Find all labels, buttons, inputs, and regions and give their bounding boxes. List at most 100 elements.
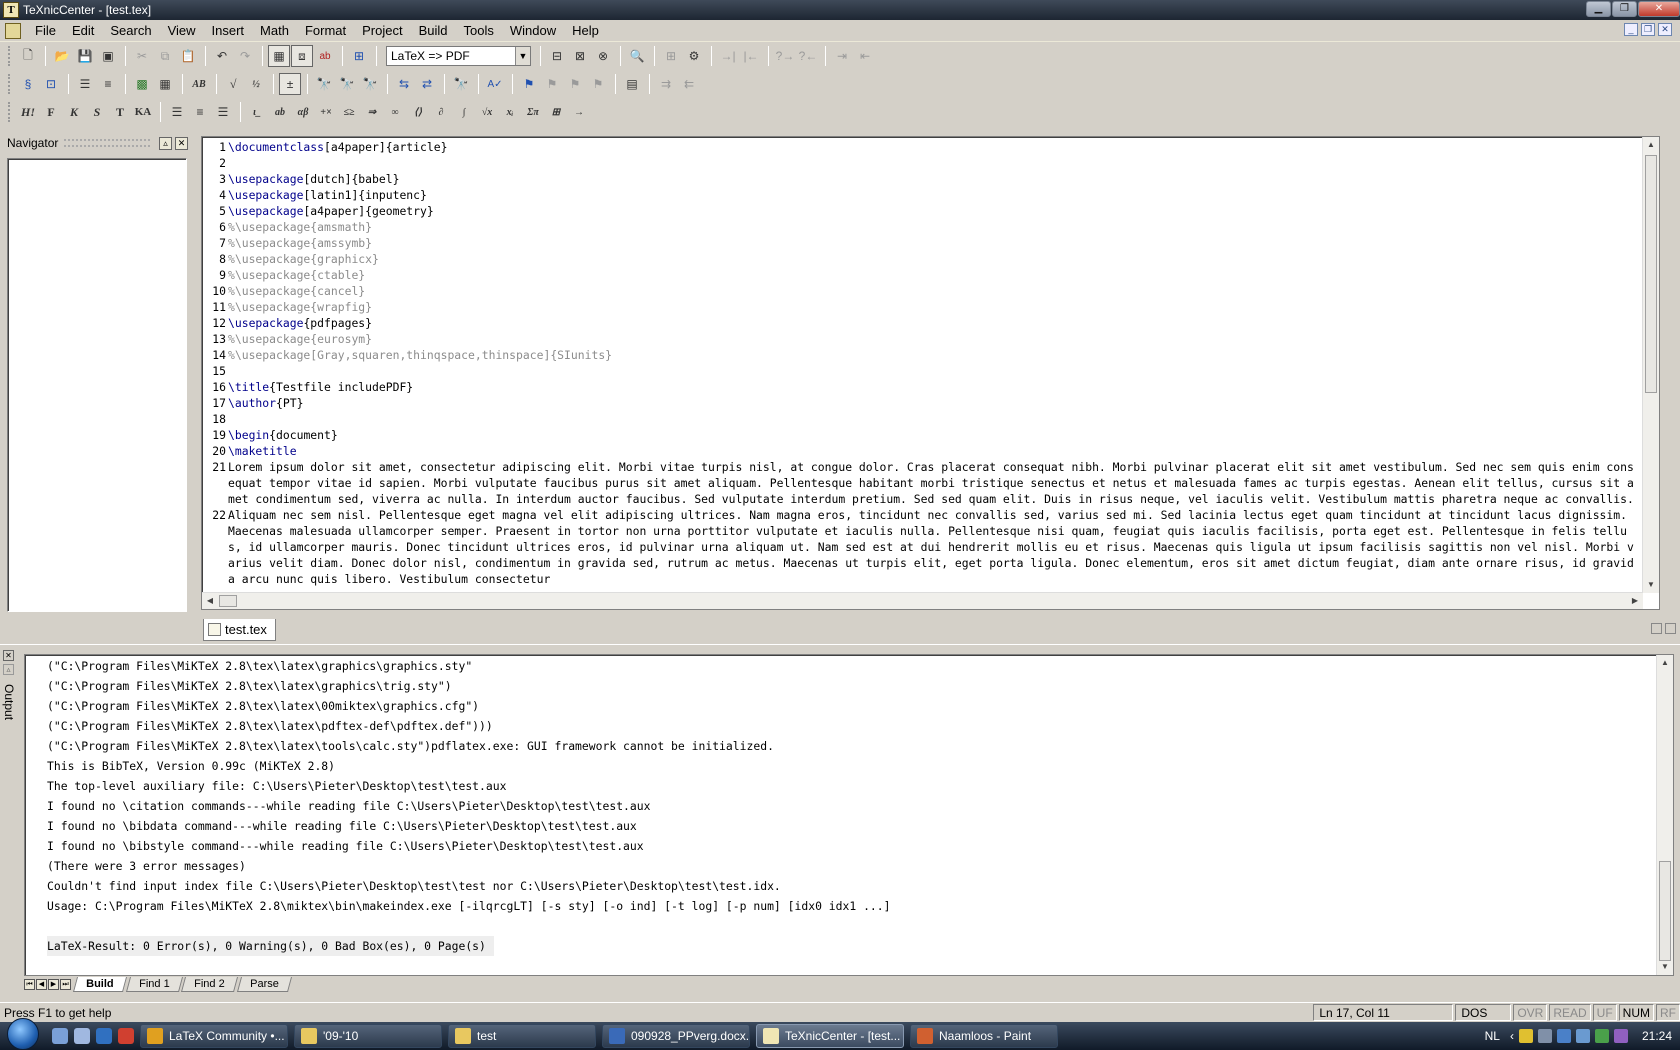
output-toggle-icon[interactable]: ⧈	[291, 45, 313, 67]
math-sum-icon[interactable]: Σπ	[522, 101, 544, 123]
menu-insert[interactable]: Insert	[204, 21, 253, 41]
math-integral-icon[interactable]: ∫	[453, 101, 475, 123]
math-root-icon[interactable]: √x	[476, 101, 498, 123]
enumerate-icon[interactable]: ≡	[97, 73, 119, 95]
maximize-button[interactable]: ❐	[1612, 1, 1637, 17]
code-line[interactable]: 21 Lorem ipsum dolor sit amet, consectetu…	[202, 459, 1640, 507]
picture-icon[interactable]: ▩	[131, 73, 153, 95]
mdi-minimize-button[interactable]: _	[1624, 23, 1638, 36]
line-text[interactable]: %\usepackage{cancel}	[228, 283, 1640, 299]
mdi-restore-button[interactable]: ❐	[1641, 23, 1655, 36]
code-line[interactable]: 10 %\usepackage{cancel}	[202, 283, 1640, 299]
fraction-icon[interactable]: ½	[245, 73, 267, 95]
align-center-icon[interactable]: ≡	[189, 101, 211, 123]
bookmark-next-icon[interactable]: ⚑	[541, 73, 563, 95]
math-sub-icon[interactable]: xᵢ	[499, 101, 521, 123]
close-button[interactable]: ✕	[1638, 1, 1680, 17]
outdent-icon[interactable]: ⇇	[678, 73, 700, 95]
redo-icon[interactable]: ↷	[234, 45, 256, 67]
output-line[interactable]: I found no \bibdata command---while read…	[47, 816, 1647, 836]
line-text[interactable]: \title{Testfile includePDF}	[228, 379, 1640, 395]
shield-icon[interactable]	[1518, 1029, 1533, 1043]
toolbar-grip[interactable]	[8, 74, 12, 94]
undo-icon[interactable]: ↶	[211, 45, 233, 67]
section-icon[interactable]: §	[17, 73, 39, 95]
code-line[interactable]: 22 Aliquam nec sem nisl. Pellentesque ege…	[202, 507, 1640, 587]
line-text[interactable]: \usepackage[a4paper]{geometry}	[228, 203, 1640, 219]
scroll-down-icon[interactable]: ▼	[1643, 577, 1659, 593]
math-limit-icon[interactable]: →	[568, 101, 590, 123]
mdi-close-button[interactable]: ✕	[1658, 23, 1672, 36]
table-icon[interactable]: ▦	[154, 73, 176, 95]
output-line[interactable]: ("C:\Program Files\MiKTeX 2.8\tex\latex\…	[47, 696, 1647, 716]
navigator-pin-button[interactable]: ▵	[159, 136, 172, 150]
volume-icon[interactable]	[1575, 1029, 1590, 1043]
output-pin-button[interactable]: ▵	[3, 664, 14, 675]
output-profile-select[interactable]: LaTeX => PDF ▼	[386, 46, 531, 66]
latex-result[interactable]: LaTeX-Result: 0 Error(s), 0 Warning(s), …	[47, 936, 494, 956]
bookmark-prev-icon[interactable]: ⚑	[564, 73, 586, 95]
output-line[interactable]: Usage: C:\Program Files\MiKTeX 2.8\mikte…	[47, 896, 1647, 916]
minimize-button[interactable]: ▁	[1586, 1, 1611, 17]
output-line[interactable]: The top-level auxiliary file: C:\Users\P…	[47, 776, 1647, 796]
paste-icon[interactable]: 📋	[177, 45, 199, 67]
tab-find-2[interactable]: Find 2	[181, 976, 238, 992]
project-icon[interactable]: ⊞	[348, 45, 370, 67]
app-icon[interactable]: T	[3, 2, 19, 18]
code-line[interactable]: 6 %\usepackage{amsmath}	[202, 219, 1640, 235]
navigator-grip[interactable]	[64, 139, 150, 147]
code-line[interactable]: 19 \begin{document}	[202, 427, 1640, 443]
line-text[interactable]: %\usepackage{amsmath}	[228, 219, 1640, 235]
view-output-icon[interactable]: 🔍	[626, 45, 648, 67]
output-panel[interactable]: ("C:\Program Files\MiKTeX 2.8\tex\latex\…	[24, 654, 1674, 976]
next-error-icon[interactable]: →|	[717, 45, 739, 67]
goto-icon[interactable]: ▤	[621, 73, 643, 95]
find-next-icon[interactable]: 🔭	[336, 73, 358, 95]
scroll-up-icon[interactable]: ▲	[1657, 655, 1673, 671]
output-vertical-scroll-thumb[interactable]	[1659, 861, 1671, 961]
tab-find-1[interactable]: Find 1	[125, 976, 183, 992]
scroll-up-icon[interactable]: ▲	[1643, 137, 1659, 153]
code-line[interactable]: 18	[202, 411, 1640, 427]
find-in-files-icon[interactable]: 🔭	[450, 73, 472, 95]
output-line[interactable]: ("C:\Program Files\MiKTeX 2.8\tex\latex\…	[47, 656, 1647, 676]
output-line[interactable]: ("C:\Program Files\MiKTeX 2.8\tex\latex\…	[47, 716, 1647, 736]
math-misc-icon[interactable]: ∞	[384, 101, 406, 123]
taskbar-item[interactable]: 090928_PPverg.docx...	[602, 1024, 750, 1048]
code-line[interactable]: 11 %\usepackage{wrapfig}	[202, 299, 1640, 315]
code-editor[interactable]: 1 \documentclass[a4paper]{article} 2 3 \use…	[201, 136, 1660, 610]
prev-warning-icon[interactable]: ?←	[797, 45, 819, 67]
start-button[interactable]	[0, 1018, 46, 1050]
code-line[interactable]: 1 \documentclass[a4paper]{article}	[202, 139, 1640, 155]
save-icon[interactable]: 💾	[74, 45, 96, 67]
line-text[interactable]: \usepackage[dutch]{babel}	[228, 171, 1640, 187]
copy-icon[interactable]: ⧉	[154, 45, 176, 67]
build-icon[interactable]: ⊟	[546, 45, 568, 67]
math-greek-icon[interactable]: αβ	[292, 101, 314, 123]
math-accent-icon[interactable]: ab	[269, 101, 291, 123]
math-mode-icon[interactable]: ±	[279, 73, 301, 95]
line-text[interactable]: %\usepackage{ctable}	[228, 267, 1640, 283]
menu-window[interactable]: Window	[502, 21, 564, 41]
line-text[interactable]: \begin{document}	[228, 427, 1640, 443]
line-text[interactable]: \usepackage[latin1]{inputenc}	[228, 187, 1640, 203]
tab-test-tex[interactable]: test.tex	[203, 619, 276, 641]
line-text[interactable]	[228, 363, 1640, 379]
math-delimiter-icon[interactable]: ⟨⟩	[407, 101, 429, 123]
tab-build[interactable]: Build	[72, 976, 127, 992]
math-function-icon[interactable]: ∂	[430, 101, 452, 123]
scroll-down-icon[interactable]: ▼	[1657, 959, 1673, 975]
scroll-left-icon[interactable]: ◀	[202, 593, 218, 609]
output-line[interactable]: This is BibTeX, Version 0.99c (MiKTeX 2.…	[47, 756, 1647, 776]
taskbar-item[interactable]: test	[448, 1024, 596, 1048]
chrome-icon[interactable]	[118, 1028, 134, 1044]
navigator-close-button[interactable]: ✕	[175, 136, 188, 150]
code-line[interactable]: 5 \usepackage[a4paper]{geometry}	[202, 203, 1640, 219]
network-icon[interactable]	[1556, 1029, 1571, 1043]
line-text[interactable]	[228, 411, 1640, 427]
align-right-icon[interactable]: ☰	[212, 101, 234, 123]
taskbar-item[interactable]: LaTeX Community •...	[140, 1024, 288, 1048]
output-close-button[interactable]: ✕	[3, 650, 14, 661]
tray-expand-icon[interactable]: ‹	[1510, 1029, 1514, 1043]
find-icon[interactable]: 🔭	[313, 73, 335, 95]
